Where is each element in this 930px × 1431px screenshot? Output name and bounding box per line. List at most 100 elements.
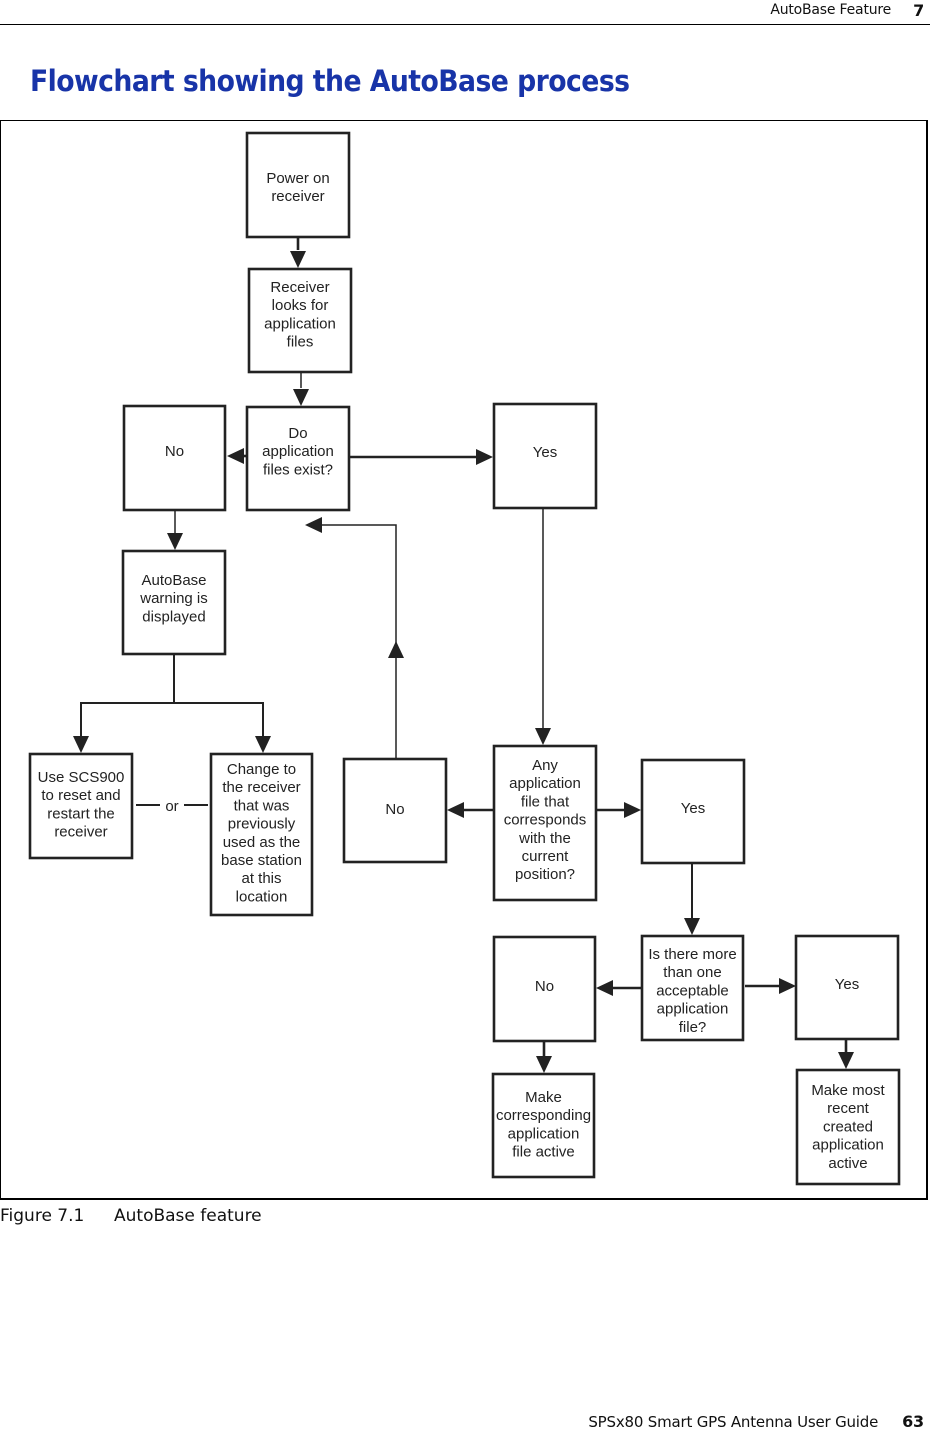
node-make-corresponding-active: Makecorrespondingapplication file active — [491, 1072, 596, 1179]
arrowhead-icon — [290, 251, 306, 268]
node-any-file-corresponds-label-line: corresponds — [504, 812, 587, 829]
arrowhead-icon — [388, 641, 404, 658]
node-any-file-corresponds-label-line: with the — [518, 830, 571, 847]
arrowhead-icon — [293, 389, 309, 406]
node-autobase-warning-label-line: displayed — [142, 608, 205, 625]
node-do-files-exist: Doapplicationfiles exist? — [245, 405, 351, 512]
node-no-multiple: No — [492, 935, 597, 1043]
node-make-most-recent-active-label-line: recent — [827, 1100, 870, 1117]
edge-more-than-one-to-yes3 — [745, 978, 796, 994]
arrowhead-icon — [684, 918, 700, 935]
node-yes-multiple: Yes — [794, 934, 900, 1041]
node-autobase-warning-label-line: warning is — [139, 590, 208, 607]
edge-line — [320, 524, 397, 759]
node-make-corresponding-active-label-line: application — [508, 1125, 580, 1142]
node-yes-files: Yes — [492, 402, 598, 510]
figure-caption-text: AutoBase feature — [114, 1206, 262, 1226]
node-make-most-recent-active-label-line: Make most — [811, 1082, 885, 1099]
node-change-receiver-label-line: the receiver — [222, 779, 300, 796]
edge-yes2-to-more-than-one — [684, 863, 700, 935]
node-make-most-recent-active-label-line: application — [812, 1137, 884, 1154]
node-change-receiver-label-line: location — [236, 888, 288, 905]
edge-yes1-to-corresponds — [535, 508, 551, 745]
node-power-on-receiver: Power onreceiver — [245, 131, 351, 239]
arrowhead-icon — [447, 802, 464, 818]
node-more-than-one-file-label-line: acceptable — [656, 982, 729, 999]
arrowhead-icon — [779, 978, 796, 994]
arrowhead-icon — [476, 449, 493, 465]
node-no-multiple-label-line: No — [535, 978, 554, 995]
node-any-file-corresponds-label-line: file that — [521, 793, 570, 810]
node-receiver-looks-for-files-label-line: files — [287, 334, 314, 351]
node-change-receiver-label-line: used as the — [223, 834, 301, 851]
arrowhead-icon — [596, 980, 613, 996]
node-no-corresponding: No — [342, 757, 448, 864]
edge-warning-to-change — [174, 702, 271, 753]
arrowhead-icon — [838, 1052, 854, 1069]
node-use-scs900-reset-label-line: restart the — [47, 805, 115, 822]
edge-looks-to-exist — [293, 372, 309, 406]
node-power-on-receiver-label-line: Power on — [266, 170, 329, 187]
node-yes-corresponding-label-line: Yes — [681, 800, 705, 817]
node-more-than-one-file-label-line: application — [657, 1001, 729, 1018]
edge-corresponds-to-no2 — [447, 802, 494, 818]
node-any-file-corresponds-label-line: position? — [515, 866, 575, 883]
node-any-file-corresponds-label-line: current — [522, 848, 570, 865]
or-connector-label: or — [165, 798, 178, 815]
node-more-than-one-file: Is there morethan oneacceptable applicati… — [640, 934, 745, 1042]
edge-corresponds-to-yes2 — [597, 802, 641, 818]
flowchart-nodes: Power onreceiverReceiverlooks forapplica… — [28, 131, 901, 1186]
arrowhead-icon — [536, 1056, 552, 1073]
edge-yes3-to-make-recent — [838, 1039, 854, 1069]
node-autobase-warning-label-line: AutoBase — [141, 572, 206, 589]
node-change-receiver-label-line: that was — [234, 797, 290, 814]
node-make-corresponding-active-label-line: corresponding — [496, 1107, 591, 1124]
node-make-most-recent-active-label-line: active — [828, 1155, 867, 1172]
node-any-file-corresponds: Anyapplicationfile that correspondswith t… — [492, 744, 598, 902]
page-number: 63 — [902, 1412, 924, 1431]
node-no-corresponding-label-line: No — [385, 801, 404, 818]
node-change-receiver: Change tothe receiverthat was previouslyu… — [209, 752, 314, 917]
node-change-receiver-label-line: base station — [221, 852, 302, 869]
node-more-than-one-file-label-line: file? — [679, 1019, 707, 1036]
edge-power-on-to-looks — [290, 237, 306, 268]
node-receiver-looks-for-files-label-line: application — [264, 315, 336, 332]
node-yes-corresponding: Yes — [640, 758, 746, 865]
figure-number: Figure 7.1 — [0, 1206, 85, 1226]
edge-no1-to-warning — [167, 510, 183, 550]
arrowhead-icon — [73, 736, 89, 753]
node-do-files-exist-label-line: files exist? — [263, 461, 333, 478]
node-power-on-receiver-label-line: receiver — [271, 188, 324, 205]
edge-no3-to-make-corresponding — [536, 1041, 552, 1073]
arrowhead-icon — [624, 802, 641, 818]
node-receiver-looks-for-files-label-line: looks for — [272, 297, 329, 314]
edge-exist-to-yes1 — [349, 449, 493, 465]
arrowhead-icon — [255, 736, 271, 753]
node-make-corresponding-active-label-line: Make — [525, 1089, 562, 1106]
node-no-files-label-line: No — [165, 443, 184, 460]
edge-more-than-one-to-no3 — [596, 980, 642, 996]
node-make-most-recent-active-label-line: created — [823, 1118, 873, 1135]
edge-line — [174, 702, 264, 736]
node-do-files-exist-label-line: Do — [288, 425, 307, 442]
node-do-files-exist-label-line: application — [262, 443, 334, 460]
node-no-files: No — [122, 404, 227, 512]
node-autobase-warning: AutoBasewarning isdisplayed — [121, 549, 227, 656]
node-yes-multiple-label-line: Yes — [835, 976, 859, 993]
page-footer: SPSx80 Smart GPS Antenna User Guide 63 — [588, 1412, 924, 1431]
arrowhead-icon — [227, 448, 244, 464]
figure-caption: Figure 7.1 AutoBase feature — [0, 1206, 262, 1226]
edge-line — [80, 654, 175, 736]
node-any-file-corresponds-label-line: application — [509, 775, 581, 792]
node-use-scs900-reset: Use SCS900to reset andrestart the receive… — [28, 752, 134, 860]
node-receiver-looks-for-files: Receiverlooks forapplication files — [247, 267, 353, 374]
node-change-receiver-label-line: previously — [228, 816, 296, 833]
arrowhead-icon — [167, 533, 183, 550]
edge-no2-to-warning — [305, 517, 404, 759]
node-more-than-one-file-label-line: than one — [663, 964, 721, 981]
node-change-receiver-label-line: Change to — [227, 761, 296, 778]
node-use-scs900-reset-label-line: to reset and — [41, 787, 120, 804]
arrowhead-icon — [305, 517, 322, 533]
node-change-receiver-label-line: at this — [241, 870, 281, 887]
node-yes-files-label-line: Yes — [533, 444, 557, 461]
